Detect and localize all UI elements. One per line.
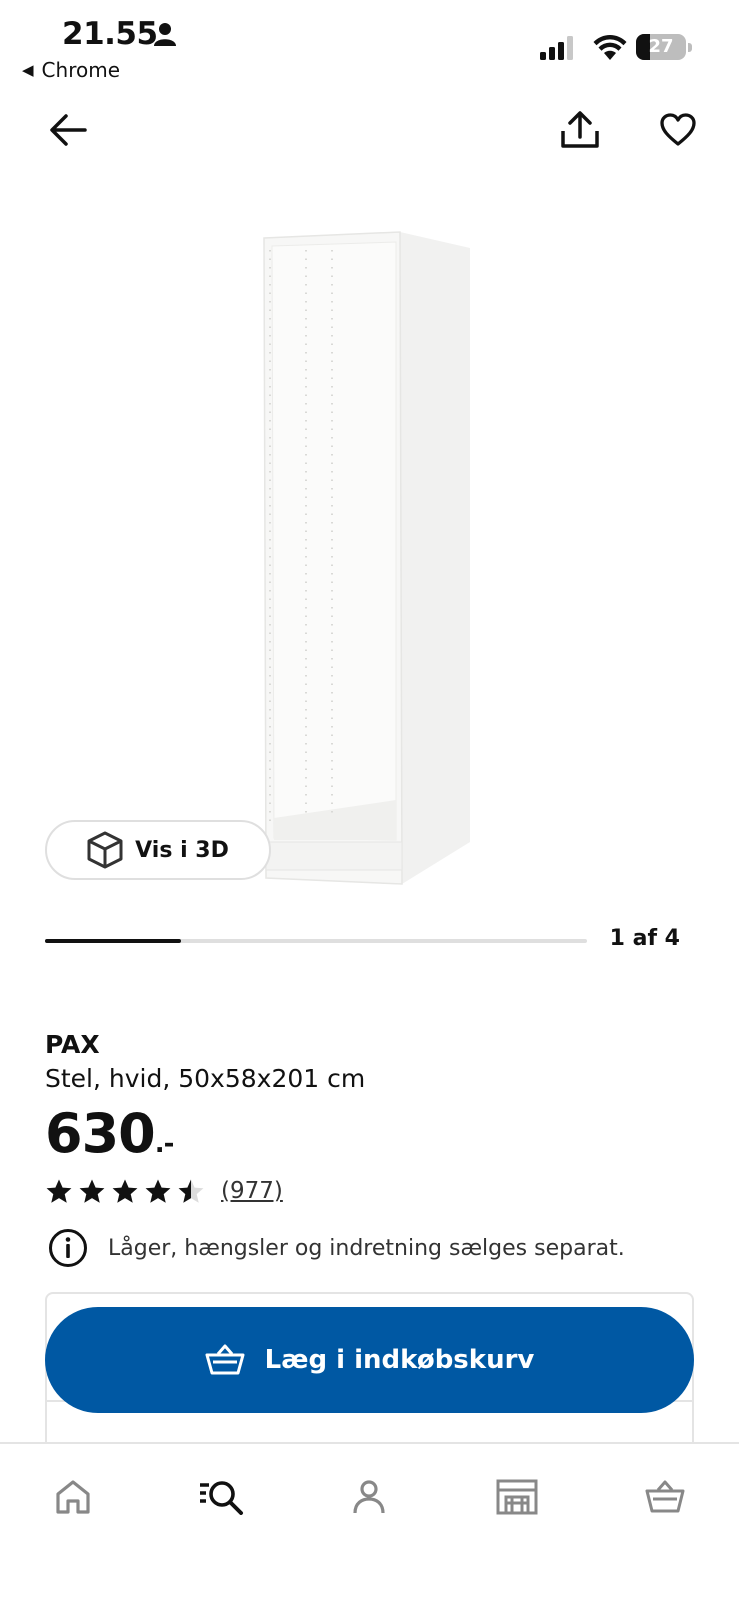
cellular-signal-icon [540,36,576,60]
view-in-3d-label: Vis i 3D [135,837,229,863]
tab-home[interactable] [48,1472,98,1522]
carousel-progress [45,939,587,943]
back-app-label: Chrome [41,58,120,82]
back-button[interactable] [44,106,92,154]
tab-store[interactable] [492,1472,542,1522]
tab-profile[interactable] [344,1472,394,1522]
home-icon [56,1480,90,1514]
star-icon [112,1179,138,1203]
bottom-tab-bar [0,1442,739,1602]
price-suffix: .- [154,1129,175,1159]
carousel-progress-fill [45,939,181,943]
share-button[interactable] [556,106,604,154]
carousel-counter: 1 af 4 [609,926,680,951]
favourite-button[interactable] [654,106,702,154]
rating-stars [45,1178,205,1204]
tab-search[interactable] [196,1472,246,1522]
person-icon [154,22,176,46]
basket-icon [205,1344,245,1375]
status-time: 21.55 [62,16,158,52]
share-icon [561,111,599,148]
wifi-icon [593,34,627,60]
arrow-left-icon [50,114,87,146]
tab-basket[interactable] [640,1472,690,1522]
star-icon [145,1179,171,1203]
profile-icon [353,1480,385,1514]
price-value: 630 [45,1102,156,1165]
price: 630.- [45,1102,175,1165]
star-icon [46,1179,72,1203]
back-triangle-icon: ◀ [22,61,34,79]
product-name: PAX [45,1030,100,1059]
back-to-app[interactable]: ◀ Chrome [22,58,120,82]
basket-icon [645,1480,685,1513]
battery-level: 27 [648,36,674,57]
info-icon [49,1229,87,1267]
heart-icon [660,113,696,146]
review-count-link[interactable]: (977) [221,1178,283,1204]
product-notice: Låger, hængsler og indretning sælges sep… [48,1228,625,1268]
add-to-cart-label: Læg i indkøbskurv [264,1345,535,1375]
rating[interactable]: (977) [45,1178,283,1204]
view-in-3d-button[interactable]: Vis i 3D [45,820,271,880]
cube-icon [87,831,123,869]
product-description: Stel, hvid, 50x58x201 cm [45,1064,366,1093]
product-image[interactable] [260,228,480,888]
add-to-cart-button[interactable]: Læg i indkøbskurv [45,1307,694,1413]
store-icon [496,1479,538,1515]
search-icon [200,1481,243,1515]
notice-text: Låger, hængsler og indretning sælges sep… [108,1235,625,1261]
star-icon [178,1179,204,1203]
battery-icon: 27 [636,34,694,62]
star-icon [79,1179,105,1203]
